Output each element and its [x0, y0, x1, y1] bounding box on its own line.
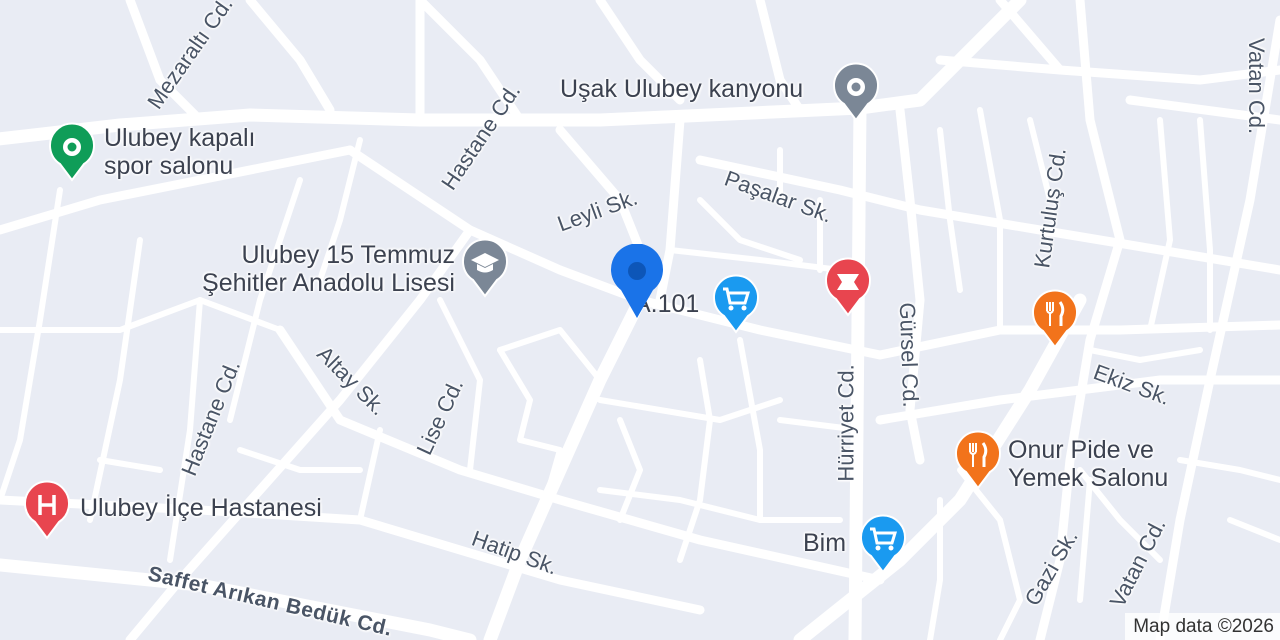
poi-label-onur[interactable]: Onur Pide ve Yemek Salonu: [1008, 436, 1168, 492]
location-pin-icon[interactable]: [609, 243, 665, 320]
sports-icon[interactable]: [47, 122, 97, 182]
poi-label-bim[interactable]: Bim: [803, 529, 846, 557]
restaurant-icon[interactable]: [1030, 289, 1080, 349]
street-label-hurriyet: Hürriyet Cd.: [833, 364, 859, 482]
poi-label-kanyon[interactable]: Uşak Ulubey kanyonu: [560, 75, 803, 103]
poi-label-spor[interactable]: Ulubey kapalı spor salonu: [104, 124, 255, 180]
poi-label-spor-line1: Ulubey kapalı: [104, 124, 256, 152]
poi-label-lise[interactable]: Ulubey 15 Temmuz Şehitler Anadolu Lisesi: [165, 241, 455, 297]
poi-label-onur-line2: Yemek Salonu: [1008, 464, 1169, 492]
poi-label-spor-line2: spor salonu: [104, 152, 234, 180]
hospital-icon[interactable]: [22, 480, 72, 540]
shopping-cart-icon[interactable]: [858, 514, 908, 574]
landmark-icon[interactable]: [831, 62, 881, 122]
street-label-gursel: Gürsel Cd.: [894, 302, 924, 408]
poi-label-lise-line1: Ulubey 15 Temmuz: [241, 241, 455, 269]
school-icon[interactable]: [460, 238, 510, 298]
map-attribution: Map data ©2026: [1125, 613, 1280, 640]
poi-label-lise-line2: Şehitler Anadolu Lisesi: [202, 269, 455, 297]
restaurant-icon[interactable]: [953, 430, 1003, 490]
pharmacy-icon[interactable]: [823, 257, 873, 317]
poi-label-hastane[interactable]: Ulubey İlçe Hastanesi: [80, 494, 322, 522]
map-canvas[interactable]: Mezaraltı Cd. Hastane Cd. Leyli Sk. Paşa…: [0, 0, 1280, 640]
street-label-vatan-top: Vatan Cd.: [1244, 37, 1270, 135]
poi-label-onur-line1: Onur Pide ve: [1008, 436, 1154, 464]
shopping-cart-icon[interactable]: [711, 274, 761, 334]
